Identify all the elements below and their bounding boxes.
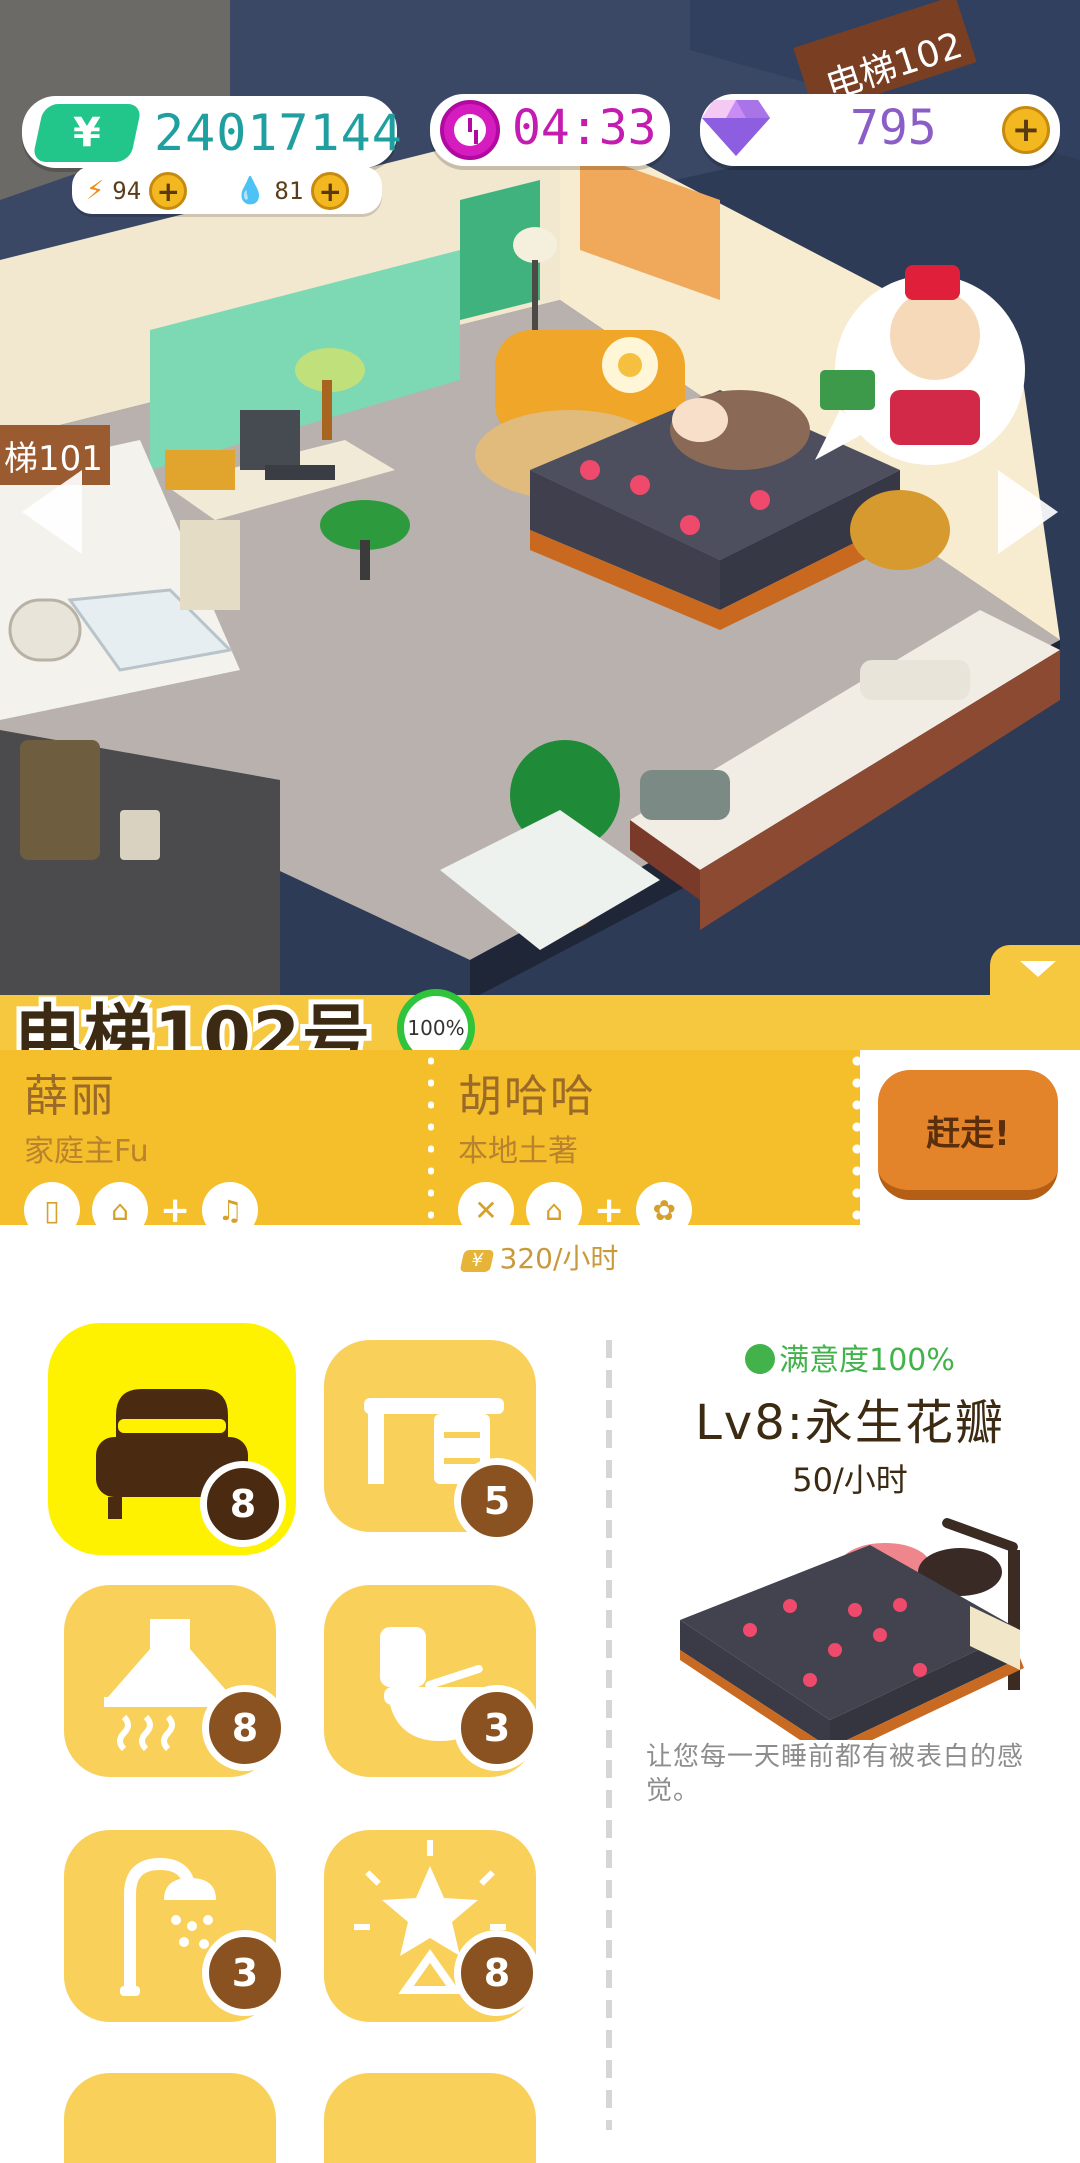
tenant-name: 胡哈哈 bbox=[458, 1071, 596, 1122]
basket-icon: ⌂ bbox=[92, 1182, 148, 1238]
income-rate: ¥320/小时 bbox=[0, 1237, 1080, 1277]
toilet-count-badge: 3 bbox=[454, 1685, 540, 1771]
income-value: 320/小时 bbox=[499, 1242, 619, 1275]
tenant-role: 本地土著 bbox=[458, 1134, 578, 1169]
satisfaction-value: 满意度100% bbox=[779, 1343, 955, 1378]
resources-bar: ⚡ 94 + 💧 81 + bbox=[72, 166, 382, 214]
item-name: Lv8:永生花瓣 bbox=[695, 1395, 1005, 1451]
tenant-card[interactable]: 胡哈哈 本地土著 ✕ ⌂ + ✿ bbox=[458, 1060, 693, 1238]
satisfaction-label: 满意度100% bbox=[640, 1335, 1060, 1379]
money-icon: ¥ bbox=[459, 1250, 494, 1272]
panel-header: 电梯102号 100% bbox=[0, 989, 1080, 1082]
tenant-divider bbox=[428, 1050, 434, 1225]
category-bed[interactable]: 8 bbox=[48, 1323, 296, 1555]
money-counter: ¥ 24017144 bbox=[22, 96, 402, 168]
category-decor[interactable]: 8 bbox=[324, 1830, 540, 2022]
kitchen-count-badge: 8 bbox=[202, 1685, 288, 1771]
plus-sign: + bbox=[594, 1189, 625, 1231]
music-icon: ♫ bbox=[202, 1182, 259, 1238]
money-value: 24017144 bbox=[154, 104, 403, 162]
bed-preview[interactable] bbox=[640, 1510, 1060, 1740]
category-more[interactable] bbox=[64, 2073, 276, 2163]
lightning-icon: ⚡ bbox=[86, 176, 105, 206]
diamond-icon bbox=[702, 100, 770, 156]
gem-counter: 795 + bbox=[700, 94, 1060, 166]
evict-button[interactable]: 赶走! bbox=[878, 1070, 1058, 1200]
tenants-strip: 薛丽 家庭主Fu ▯ ⌂ + ♫ 胡哈哈 本地土著 ✕ ⌂ + ✿ bbox=[0, 1050, 862, 1238]
shower-count-badge: 3 bbox=[202, 1930, 288, 2016]
water-value: 81 bbox=[274, 177, 304, 205]
add-water-button[interactable]: + bbox=[311, 172, 350, 210]
add-gems-button[interactable]: + bbox=[1002, 106, 1050, 154]
desk-count-badge: 5 bbox=[454, 1458, 540, 1544]
tenant-name: 薛丽 bbox=[24, 1071, 116, 1122]
water-drop-icon: 💧 bbox=[234, 176, 267, 206]
room-scene[interactable]: 梯101 电梯102 ¥ 24017144 ⚡ 94 + 💧 81 + 04:3… bbox=[0, 0, 1080, 1000]
panel-divider bbox=[606, 1340, 612, 2130]
gem-value: 795 bbox=[850, 100, 937, 156]
tenant-card[interactable]: 薛丽 家庭主Fu ▯ ⌂ + ♫ bbox=[24, 1060, 259, 1238]
clock-icon bbox=[440, 100, 500, 160]
collapse-panel-button[interactable] bbox=[990, 945, 1080, 995]
tenant-role: 家庭主Fu bbox=[24, 1134, 149, 1169]
previous-room-arrow[interactable] bbox=[22, 470, 82, 554]
ticket-edge bbox=[852, 1050, 862, 1225]
item-rate: 50/小时 bbox=[792, 1461, 908, 1499]
decor-count-badge: 8 bbox=[454, 1930, 540, 2016]
timer-value: 04:33 bbox=[512, 100, 657, 156]
category-desk[interactable]: 5 bbox=[324, 1340, 540, 1544]
add-energy-button[interactable]: + bbox=[149, 172, 188, 210]
energy-value: 94 bbox=[112, 177, 142, 205]
smile-icon bbox=[745, 1344, 776, 1374]
bed-count-badge: 8 bbox=[200, 1461, 286, 1547]
money-icon: ¥ bbox=[31, 104, 143, 162]
category-more[interactable] bbox=[324, 2073, 536, 2163]
category-kitchen[interactable]: 8 bbox=[64, 1585, 288, 1777]
category-shower[interactable]: 3 bbox=[64, 1830, 288, 2022]
plus-sign: + bbox=[160, 1189, 191, 1231]
item-description: 让您每一天睡前都有被表白的感觉。 bbox=[646, 1742, 1025, 1806]
utensils-icon: ✕ bbox=[458, 1182, 514, 1238]
plant-icon: ✿ bbox=[636, 1182, 693, 1238]
room-panel: 电梯102号 100% 薛丽 家庭主Fu ▯ ⌂ + ♫ 胡哈哈 本地土著 ✕ … bbox=[0, 945, 1080, 2163]
category-toilet[interactable]: 3 bbox=[324, 1585, 540, 1777]
next-room-arrow[interactable] bbox=[998, 470, 1058, 554]
toilet-paper-icon: ▯ bbox=[24, 1182, 80, 1238]
basket-icon: ⌂ bbox=[526, 1182, 582, 1238]
item-detail: 满意度100% Lv8:永生花瓣 50/小时 让您每一天睡前都有被表白的感觉。 bbox=[640, 1335, 1060, 1806]
timer-display: 04:33 bbox=[430, 94, 670, 166]
